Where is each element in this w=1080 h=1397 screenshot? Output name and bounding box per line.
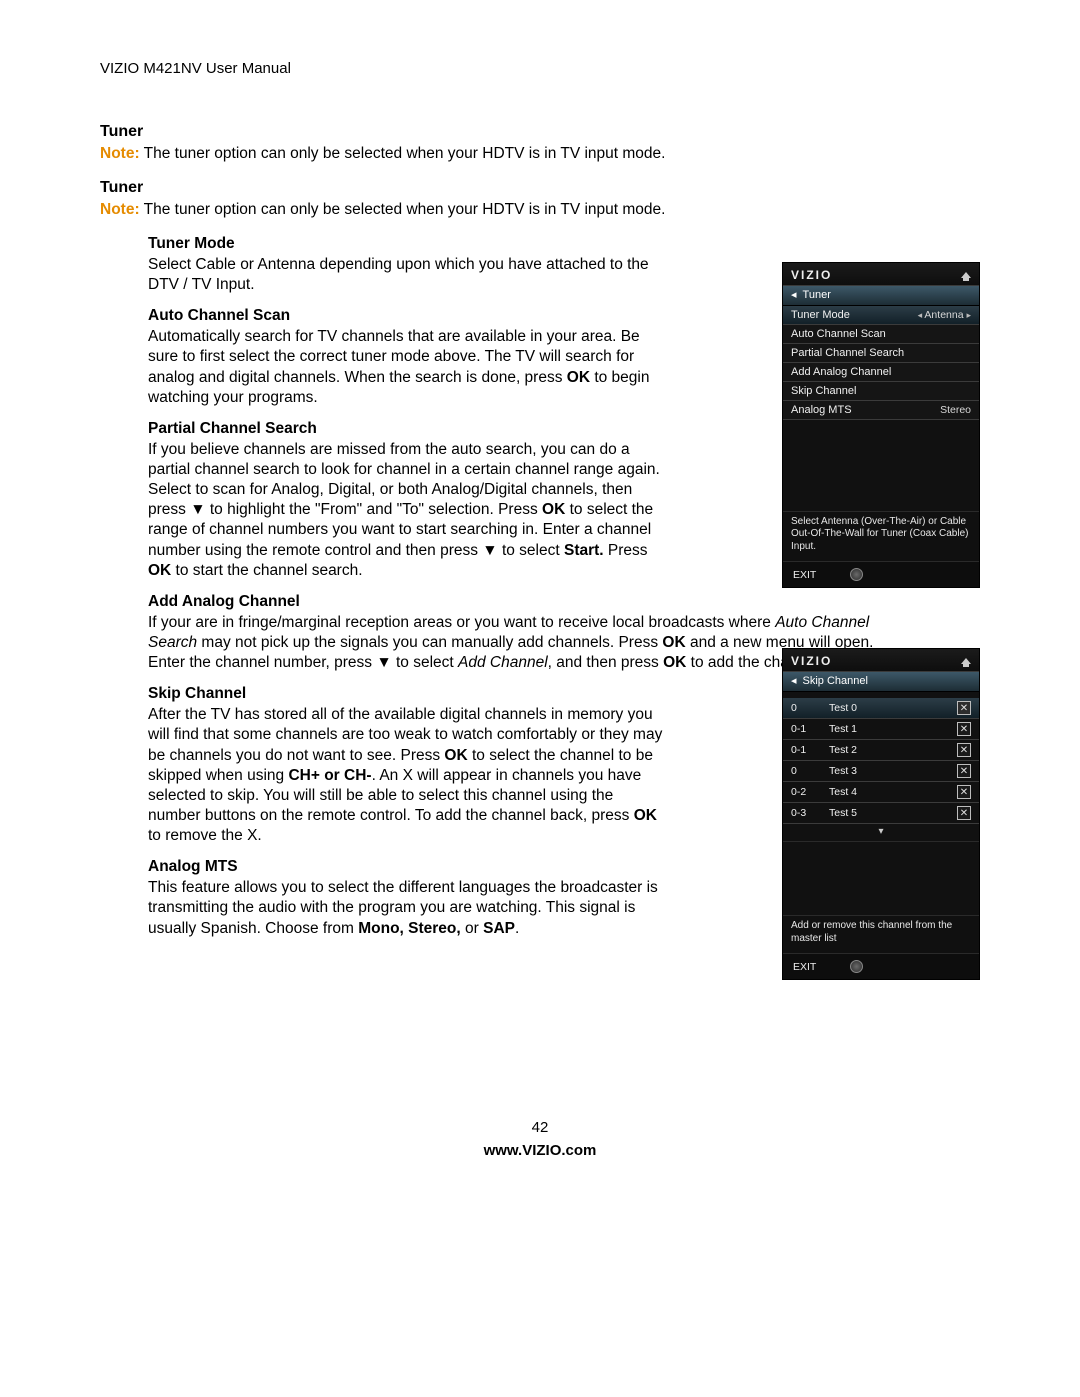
- home-icon[interactable]: [961, 272, 971, 278]
- osd-skip-channel-menu: VIZIO ◂ Skip Channel 0Test 0✕0-1Test 1✕0…: [782, 648, 980, 980]
- channel-number: 0: [791, 765, 821, 777]
- channel-row[interactable]: 0-3 Test 5 ✕: [783, 803, 979, 824]
- skip-checkbox[interactable]: ✕: [957, 743, 971, 757]
- note-line-1: Note: The tuner option can only be selec…: [100, 145, 980, 163]
- sub-title-tuner-mode: Tuner Mode: [148, 235, 980, 253]
- breadcrumb-label: Tuner: [803, 289, 831, 301]
- note-text-1: The tuner option can only be selected wh…: [140, 145, 666, 162]
- osd-header: VIZIO: [783, 649, 979, 672]
- vizio-key-icon[interactable]: [850, 568, 863, 581]
- body-auto-scan: Automatically search for TV channels tha…: [148, 327, 668, 408]
- body-add-analog: If your are in fringe/marginal reception…: [148, 613, 888, 673]
- page-number: 42: [100, 1119, 980, 1136]
- page-footer: 42 www.VIZIO.com: [100, 1119, 980, 1159]
- skip-checkbox[interactable]: ✕: [957, 764, 971, 778]
- channel-row[interactable]: 0 Test 3 ✕: [783, 761, 979, 782]
- body-partial: If you believe channels are missed from …: [148, 440, 668, 581]
- osd-header: VIZIO: [783, 263, 979, 286]
- sub-title-add-analog: Add Analog Channel: [148, 593, 980, 611]
- exit-button[interactable]: EXIT: [793, 569, 816, 581]
- back-arrow-icon[interactable]: ◂: [791, 674, 797, 687]
- channel-name: Test 3: [829, 765, 949, 777]
- channel-row[interactable]: 0-1 Test 1 ✕: [783, 719, 979, 740]
- breadcrumb-label: Skip Channel: [803, 675, 868, 687]
- skip-checkbox[interactable]: ✕: [957, 722, 971, 736]
- menu-item-value: ◂ Antenna ▸: [918, 309, 971, 321]
- doc-header: VIZIO M421NV User Manual: [100, 60, 980, 77]
- back-arrow-icon[interactable]: ◂: [791, 288, 797, 301]
- channel-name: Test 1: [829, 723, 949, 735]
- channel-number: 0-2: [791, 786, 821, 798]
- menu-item-label: Skip Channel: [791, 385, 856, 397]
- skip-checkbox[interactable]: ✕: [957, 806, 971, 820]
- menu-item[interactable]: Skip Channel: [783, 382, 979, 401]
- channel-name: Test 2: [829, 744, 949, 756]
- menu-item[interactable]: Partial Channel Search: [783, 344, 979, 363]
- channel-name: Test 4: [829, 786, 949, 798]
- osd-help-text: Add or remove this channel from the mast…: [783, 915, 979, 954]
- osd-help-text: Select Antenna (Over-The-Air) or Cable O…: [783, 511, 979, 563]
- channel-row[interactable]: 0-1 Test 2 ✕: [783, 740, 979, 761]
- section-title-tuner-1: Tuner: [100, 123, 980, 141]
- channel-name: Test 0: [829, 702, 949, 714]
- channel-number: 0-1: [791, 744, 821, 756]
- note-line-2: Note: The tuner option can only be selec…: [100, 201, 980, 219]
- menu-item-label: Auto Channel Scan: [791, 328, 886, 340]
- osd-breadcrumb[interactable]: ◂ Skip Channel: [783, 672, 979, 692]
- menu-item-label: Tuner Mode: [791, 309, 850, 321]
- menu-item-label: Analog MTS: [791, 404, 852, 416]
- note-label-2: Note:: [100, 201, 140, 218]
- section-title-tuner-2: Tuner: [100, 179, 980, 197]
- menu-item[interactable]: Tuner Mode ◂ Antenna ▸: [783, 306, 979, 325]
- menu-item-value: Stereo: [940, 404, 971, 416]
- menu-item-label: Add Analog Channel: [791, 366, 891, 378]
- body-tuner-mode: Select Cable or Antenna depending upon w…: [148, 255, 668, 295]
- osd-tuner-menu: VIZIO ◂ Tuner Tuner Mode ◂ Antenna ▸ Auto …: [782, 262, 980, 588]
- vizio-logo: VIZIO: [791, 268, 832, 282]
- exit-button[interactable]: EXIT: [793, 961, 816, 973]
- channel-number: 0-3: [791, 807, 821, 819]
- home-icon[interactable]: [961, 658, 971, 664]
- more-below-icon[interactable]: ▾: [783, 824, 979, 842]
- note-text-2: The tuner option can only be selected wh…: [140, 201, 666, 218]
- body-skip: After the TV has stored all of the avail…: [148, 705, 668, 846]
- skip-checkbox[interactable]: ✕: [957, 701, 971, 715]
- channel-row[interactable]: 0 Test 0 ✕: [783, 698, 979, 719]
- body-analog-mts: This feature allows you to select the di…: [148, 878, 668, 938]
- channel-number: 0: [791, 702, 821, 714]
- vizio-key-icon[interactable]: [850, 960, 863, 973]
- channel-name: Test 5: [829, 807, 949, 819]
- osd-breadcrumb[interactable]: ◂ Tuner: [783, 286, 979, 306]
- channel-row[interactable]: 0-2 Test 4 ✕: [783, 782, 979, 803]
- note-label-1: Note:: [100, 145, 140, 162]
- menu-item[interactable]: Analog MTS Stereo: [783, 401, 979, 420]
- footer-url: www.VIZIO.com: [100, 1142, 980, 1159]
- skip-checkbox[interactable]: ✕: [957, 785, 971, 799]
- vizio-logo: VIZIO: [791, 654, 832, 668]
- menu-item[interactable]: Add Analog Channel: [783, 363, 979, 382]
- channel-number: 0-1: [791, 723, 821, 735]
- menu-item[interactable]: Auto Channel Scan: [783, 325, 979, 344]
- menu-item-label: Partial Channel Search: [791, 347, 904, 359]
